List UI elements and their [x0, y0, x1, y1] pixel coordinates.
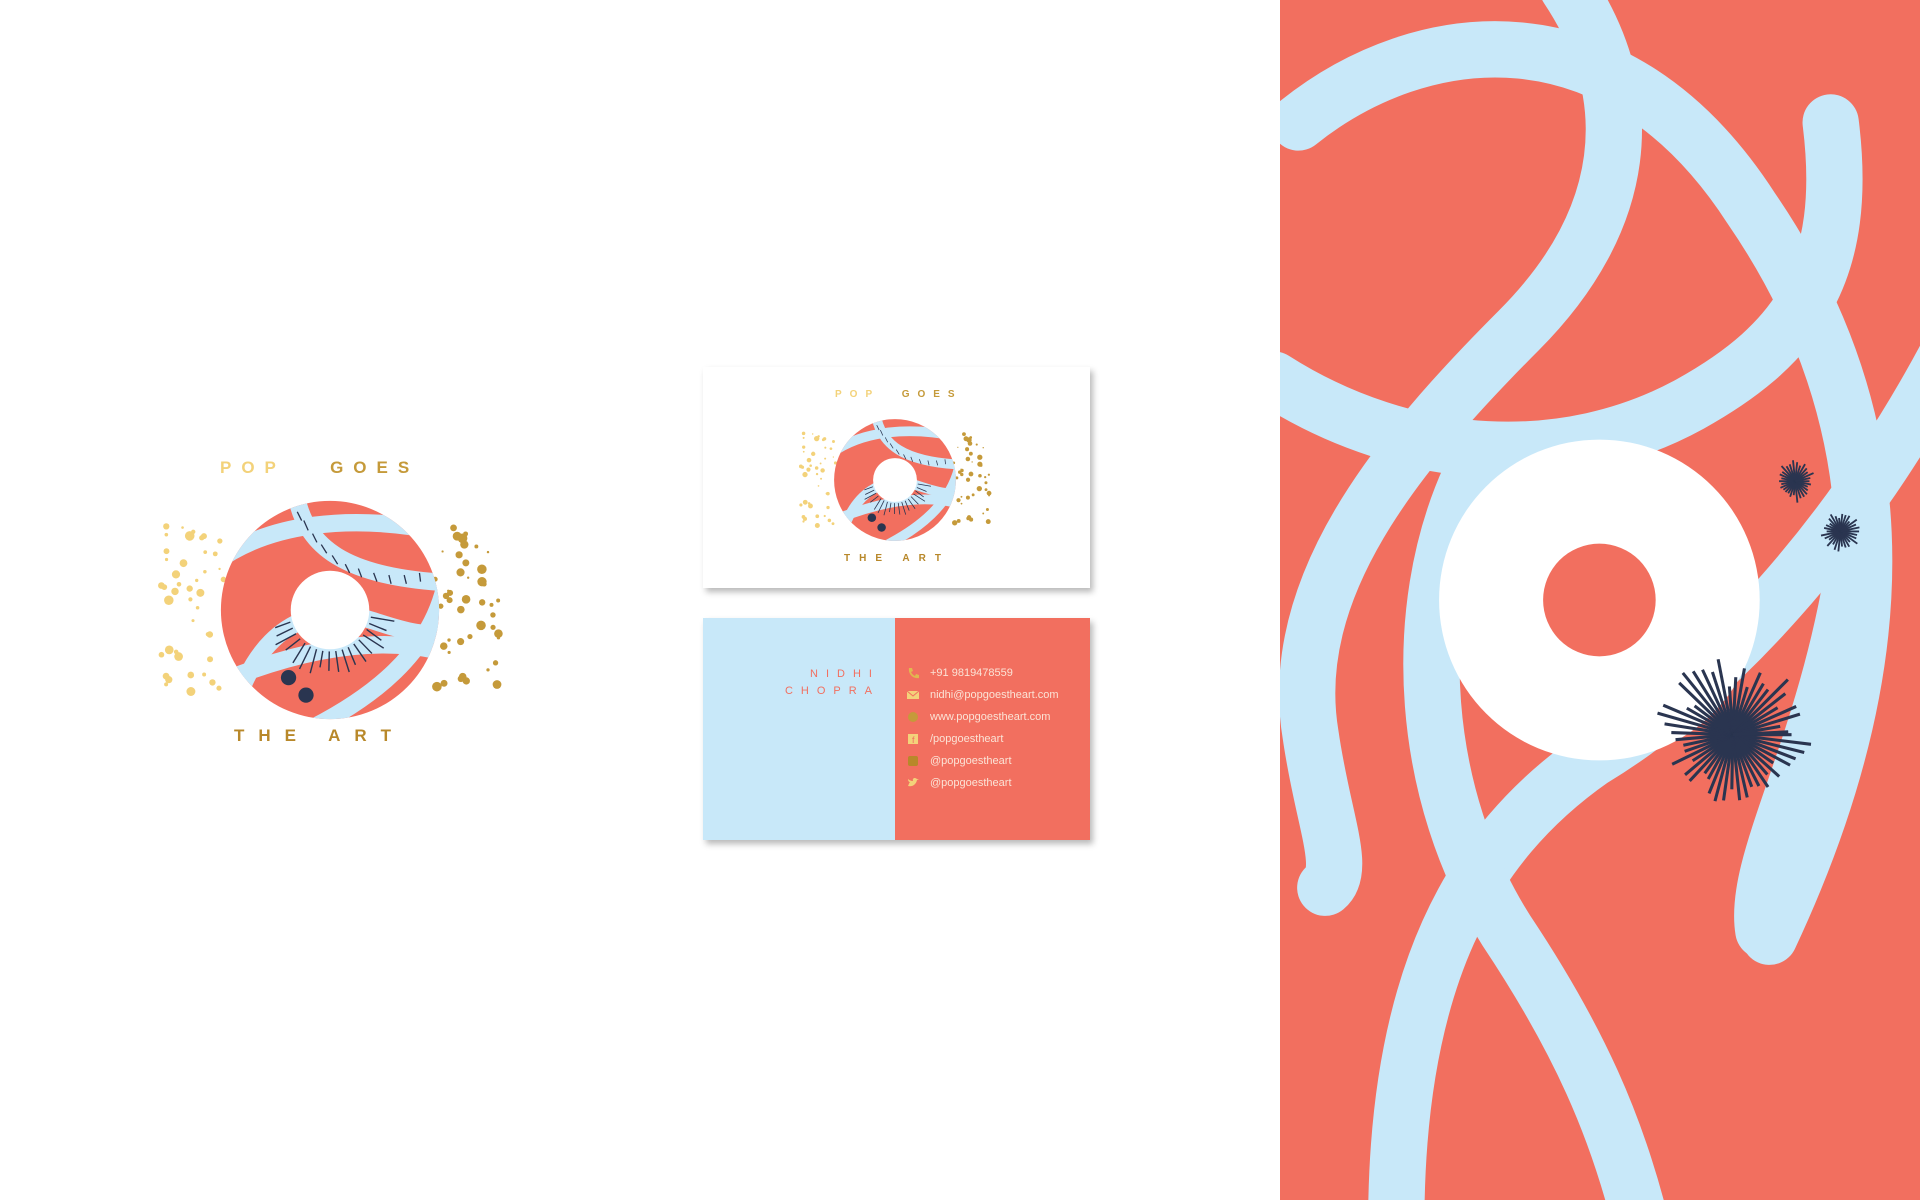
logo-word-pop: POP	[220, 458, 286, 477]
card-front-title-bottom: THE ART	[844, 553, 950, 564]
contact-text: www.popgoestheart.com	[930, 711, 1051, 723]
contact-row: @popgoestheart	[907, 750, 1059, 772]
contact-row: @popgoestheart	[907, 772, 1059, 794]
card-word-pop: POP	[835, 389, 881, 400]
contact-text: nidhi@popgoestheart.com	[930, 689, 1059, 701]
instagram-icon	[908, 756, 918, 766]
business-card-back: NIDHI CHOPRA +91 9819478559 nidhi@popgoes…	[703, 618, 1090, 840]
card-name: NIDHI CHOPRA	[785, 666, 880, 700]
contact-row: nidhi@popgoestheart.com	[907, 684, 1059, 706]
contact-list: +91 9819478559 nidhi@popgoestheart.com www…	[907, 662, 1059, 794]
phone-icon	[908, 668, 919, 679]
contact-text: /popgoestheart	[930, 733, 1004, 745]
last-name: CHOPRA	[784, 685, 880, 697]
first-name: NIDHI	[810, 668, 880, 680]
logo-title-top: POP GOES	[220, 458, 419, 478]
card-front-title-top: POP GOES	[835, 389, 963, 400]
facebook-icon: f	[908, 734, 918, 745]
twitter-icon	[908, 777, 919, 787]
card-word-goes: GOES	[901, 389, 963, 400]
mail-icon	[907, 690, 919, 699]
contact-row: +91 9819478559	[907, 662, 1059, 684]
contact-text: +91 9819478559	[930, 667, 1013, 679]
logo-title-bottom: THE ART	[234, 726, 406, 745]
card-donut-graphic	[795, 413, 995, 547]
logo-donut-graphic	[150, 490, 510, 730]
contact-row: f/popgoestheart	[907, 728, 1059, 750]
business-card-front: POP GOES THE ART	[703, 367, 1090, 588]
logo-word-goes: GOES	[330, 458, 420, 477]
ring-hole	[1543, 543, 1656, 657]
pattern-panel	[1280, 0, 1920, 1200]
globe-icon	[908, 712, 918, 722]
contact-row: www.popgoestheart.com	[907, 706, 1059, 728]
card-contact-panel: +91 9819478559 nidhi@popgoestheart.com www…	[895, 618, 1090, 840]
contact-text: @popgoestheart	[930, 755, 1012, 767]
contact-text: @popgoestheart	[930, 777, 1012, 789]
